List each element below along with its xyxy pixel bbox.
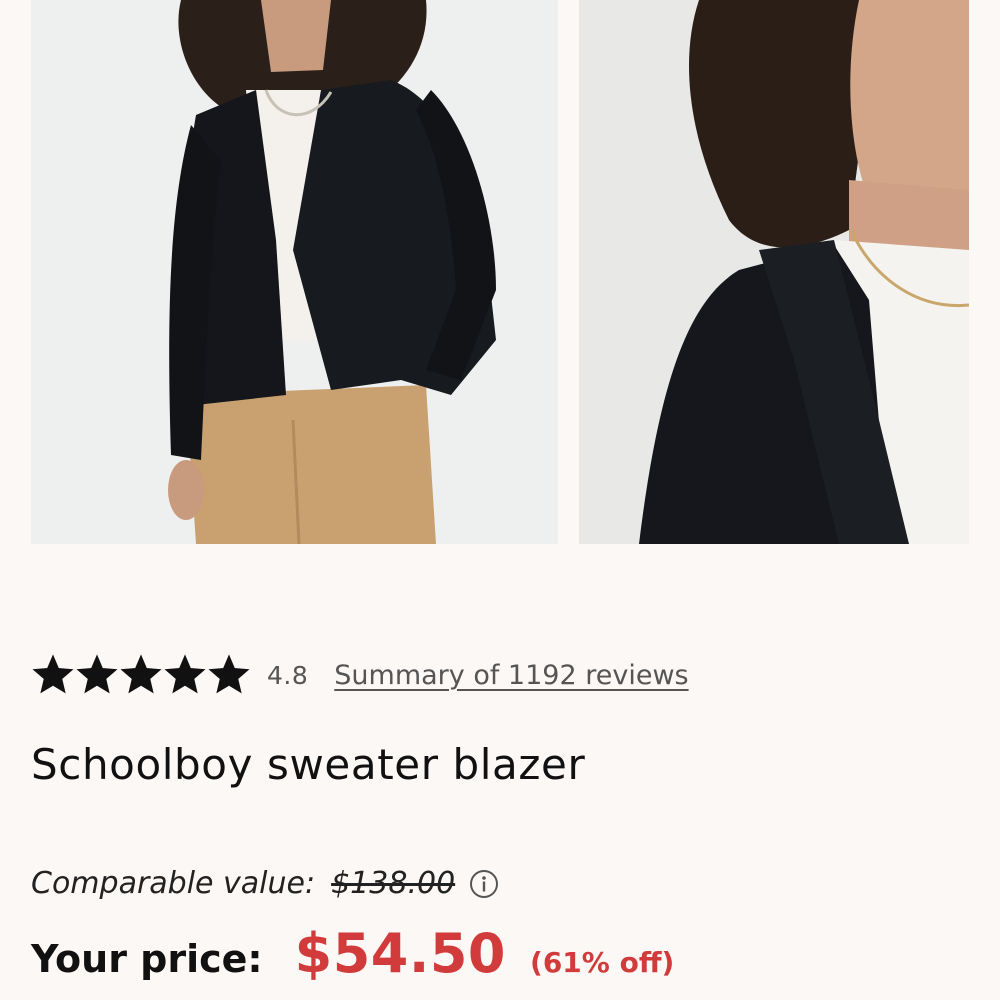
star-icon bbox=[164, 654, 206, 694]
star-icon bbox=[208, 654, 250, 694]
star-rating bbox=[31, 653, 251, 697]
product-photo-front[interactable] bbox=[31, 0, 558, 544]
comparable-value: $138.00 bbox=[331, 866, 456, 901]
rating-row: 4.8 Summary of 1192 reviews bbox=[31, 650, 689, 700]
star-icon bbox=[120, 654, 162, 694]
price-row: Your price: $54.50 (61% off) bbox=[31, 922, 674, 985]
comparable-label: Comparable value: bbox=[31, 866, 316, 901]
product-photo-front-image bbox=[31, 0, 558, 544]
product-title: Schoolboy sweater blazer bbox=[31, 740, 586, 789]
product-photo-closeup-image bbox=[579, 0, 969, 544]
product-photo-closeup[interactable] bbox=[579, 0, 969, 544]
star-icon bbox=[76, 654, 118, 694]
product-page: 4.8 Summary of 1192 reviews Schoolboy sw… bbox=[0, 0, 1000, 1000]
sale-price: $54.50 bbox=[294, 922, 507, 985]
price-label: Your price: bbox=[31, 937, 263, 981]
star-icon bbox=[32, 654, 74, 694]
product-image-gallery bbox=[0, 0, 1000, 545]
rating-value: 4.8 bbox=[267, 660, 309, 690]
info-icon[interactable] bbox=[469, 869, 499, 899]
reviews-summary-link[interactable]: Summary of 1192 reviews bbox=[334, 660, 688, 691]
discount-percentage: (61% off) bbox=[530, 946, 675, 979]
comparable-value-row: Comparable value: $138.00 bbox=[31, 866, 499, 901]
